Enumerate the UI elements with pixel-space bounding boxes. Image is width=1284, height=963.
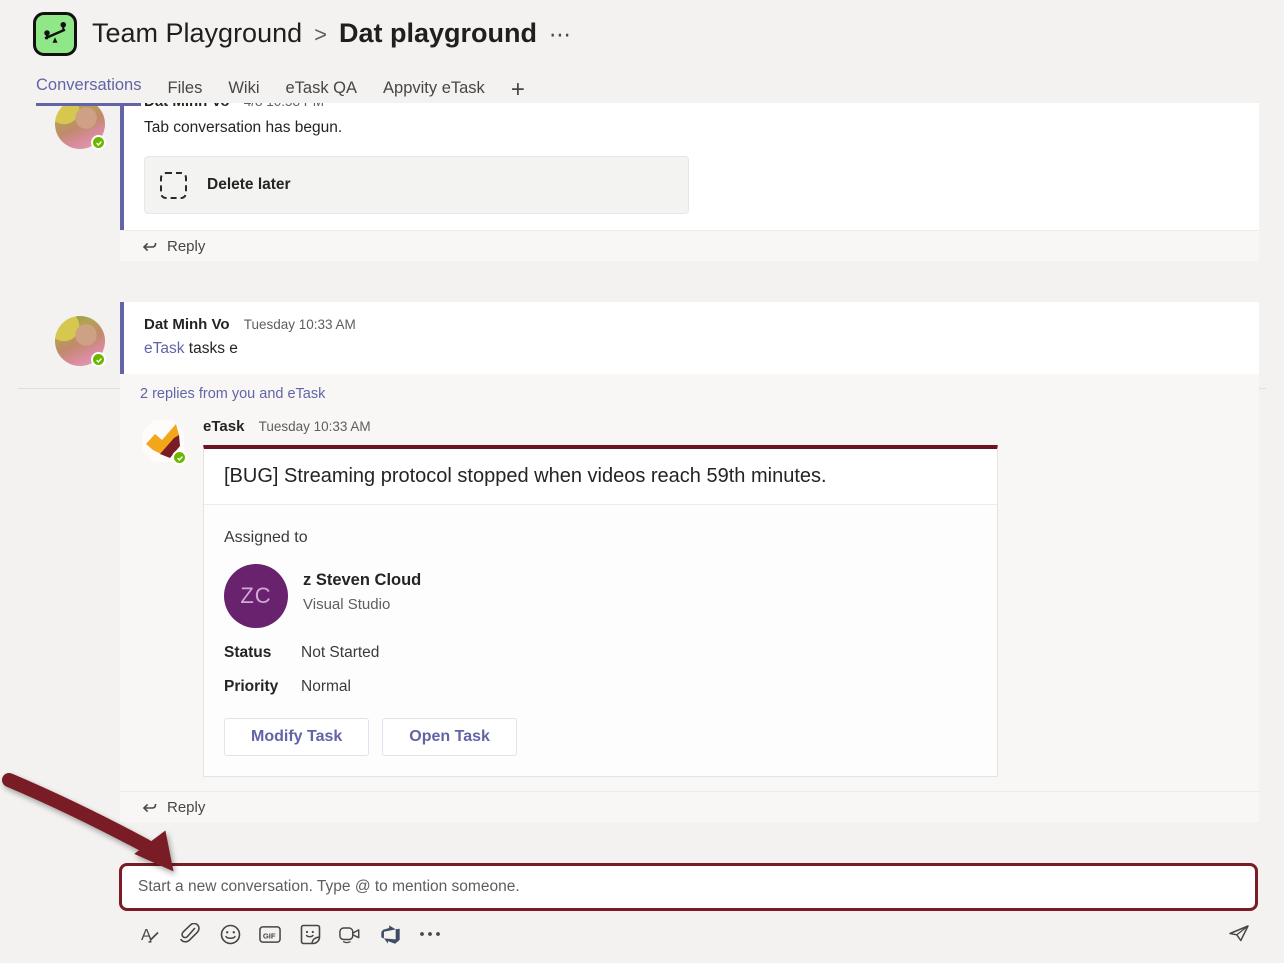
svg-text:GIF: GIF [263,931,276,940]
assigned-to-label: Assigned to [224,529,977,547]
tab-card-delete-later[interactable]: Delete later [144,156,689,214]
message-text: Tab conversation has begun. [144,119,1239,137]
task-card-body: Assigned to ZC z Steven Cloud Visual Stu… [204,505,997,776]
reply-link[interactable]: Reply [120,230,1259,261]
new-conversation-input[interactable] [138,878,1239,896]
tab-card-label: Delete later [207,176,291,194]
azure-devops-icon[interactable] [379,922,401,946]
open-task-button[interactable]: Open Task [382,718,517,756]
thread-replies: 2 replies from you and eTask eTask [120,374,1259,791]
message-etask-tasks: Dat Minh Vo Tuesday 10:33 AM eTask tasks… [120,302,1259,374]
tab-conversations[interactable]: Conversations [36,76,141,106]
task-title: [BUG] Streaming protocol stopped when vi… [204,449,997,505]
tab-wiki[interactable]: Wiki [228,79,259,106]
status-value: Not Started [301,644,379,662]
compose-toolbar: A GIF [139,922,441,946]
presence-available-icon [91,352,106,367]
send-icon[interactable] [1227,923,1251,947]
channel-more-button[interactable]: ⋯ [549,22,572,48]
message-timestamp: Tuesday 10:33 AM [244,317,356,332]
status-row: Status Not Started [224,644,977,662]
modify-task-button[interactable]: Modify Task [224,718,369,756]
message-tab-conversation: Dat Minh Vo 4/8 10:58 PM Tab conversatio… [120,103,1259,230]
bot-name: eTask [203,418,244,435]
avatar-dat-minh-vo [55,316,105,366]
etask-mention-link[interactable]: eTask [144,340,185,357]
message-list: Dat Minh Vo 4/8 10:58 PM Tab conversatio… [0,103,1284,840]
status-label: Status [224,644,301,662]
breadcrumb: Team Playground > Dat playground ⋯ [92,18,572,49]
assignee-info: z Steven Cloud Visual Studio [303,571,421,613]
message-text: eTask tasks e [144,340,1239,358]
message-text-rest: tasks e [185,340,238,357]
compose-box[interactable] [119,863,1258,911]
seesaw-icon [40,19,70,49]
avatar-etask-bot [140,418,186,464]
tab-files[interactable]: Files [167,79,202,106]
priority-value: Normal [301,678,351,696]
dashed-placeholder-icon [160,172,187,199]
tab-appvity-etask[interactable]: Appvity eTask [383,79,485,106]
priority-row: Priority Normal [224,678,977,696]
attach-icon[interactable] [179,922,201,946]
reply-link[interactable]: Reply [120,791,1259,822]
meet-now-icon[interactable] [339,922,361,946]
gif-icon[interactable]: GIF [259,922,281,946]
task-card-buttons: Modify Task Open Task [224,718,977,756]
channel-header: Team Playground > Dat playground ⋯ Conve… [0,0,1284,103]
thread-tab-conversation: Dat Minh Vo 4/8 10:58 PM Tab conversatio… [120,103,1259,261]
assignee-avatar: ZC [224,564,288,628]
bot-reply-header: eTask Tuesday 10:33 AM [203,418,998,435]
priority-label: Priority [224,678,301,696]
team-avatar-icon [33,12,77,56]
channel-name: Dat playground [339,18,537,49]
assignee-name: z Steven Cloud [303,571,421,590]
more-options-icon[interactable] [419,922,441,946]
reply-arrow-icon [140,799,158,816]
assignee-org: Visual Studio [303,596,421,613]
add-tab-button[interactable]: + [511,76,525,106]
channel-tabs: Conversations Files Wiki eTask QA Appvit… [36,76,525,106]
tab-etask-qa[interactable]: eTask QA [285,79,357,106]
avatar-dat-minh-vo [55,103,105,149]
replies-summary-link[interactable]: 2 replies from you and eTask [120,386,1259,402]
sticker-icon[interactable] [299,922,321,946]
emoji-icon[interactable] [219,922,241,946]
breadcrumb-chevron: > [314,22,327,48]
presence-available-icon [172,450,187,465]
reply-label: Reply [167,799,205,816]
author-name: Dat Minh Vo [144,316,230,333]
reply-arrow-icon [140,238,158,255]
format-icon[interactable]: A [139,922,161,946]
task-card: [BUG] Streaming protocol stopped when vi… [203,445,998,777]
bot-timestamp: Tuesday 10:33 AM [259,419,371,434]
bot-reply: eTask Tuesday 10:33 AM [BUG] Streaming p… [120,418,1259,777]
thread-etask-tasks: Dat Minh Vo Tuesday 10:33 AM eTask tasks… [120,302,1259,822]
reply-label: Reply [167,238,205,255]
assignee-row: ZC z Steven Cloud Visual Studio [224,564,977,628]
team-name: Team Playground [92,18,302,49]
message-header: Dat Minh Vo Tuesday 10:33 AM [144,316,1239,333]
bot-reply-content: eTask Tuesday 10:33 AM [BUG] Streaming p… [203,418,998,777]
presence-available-icon [91,135,106,150]
